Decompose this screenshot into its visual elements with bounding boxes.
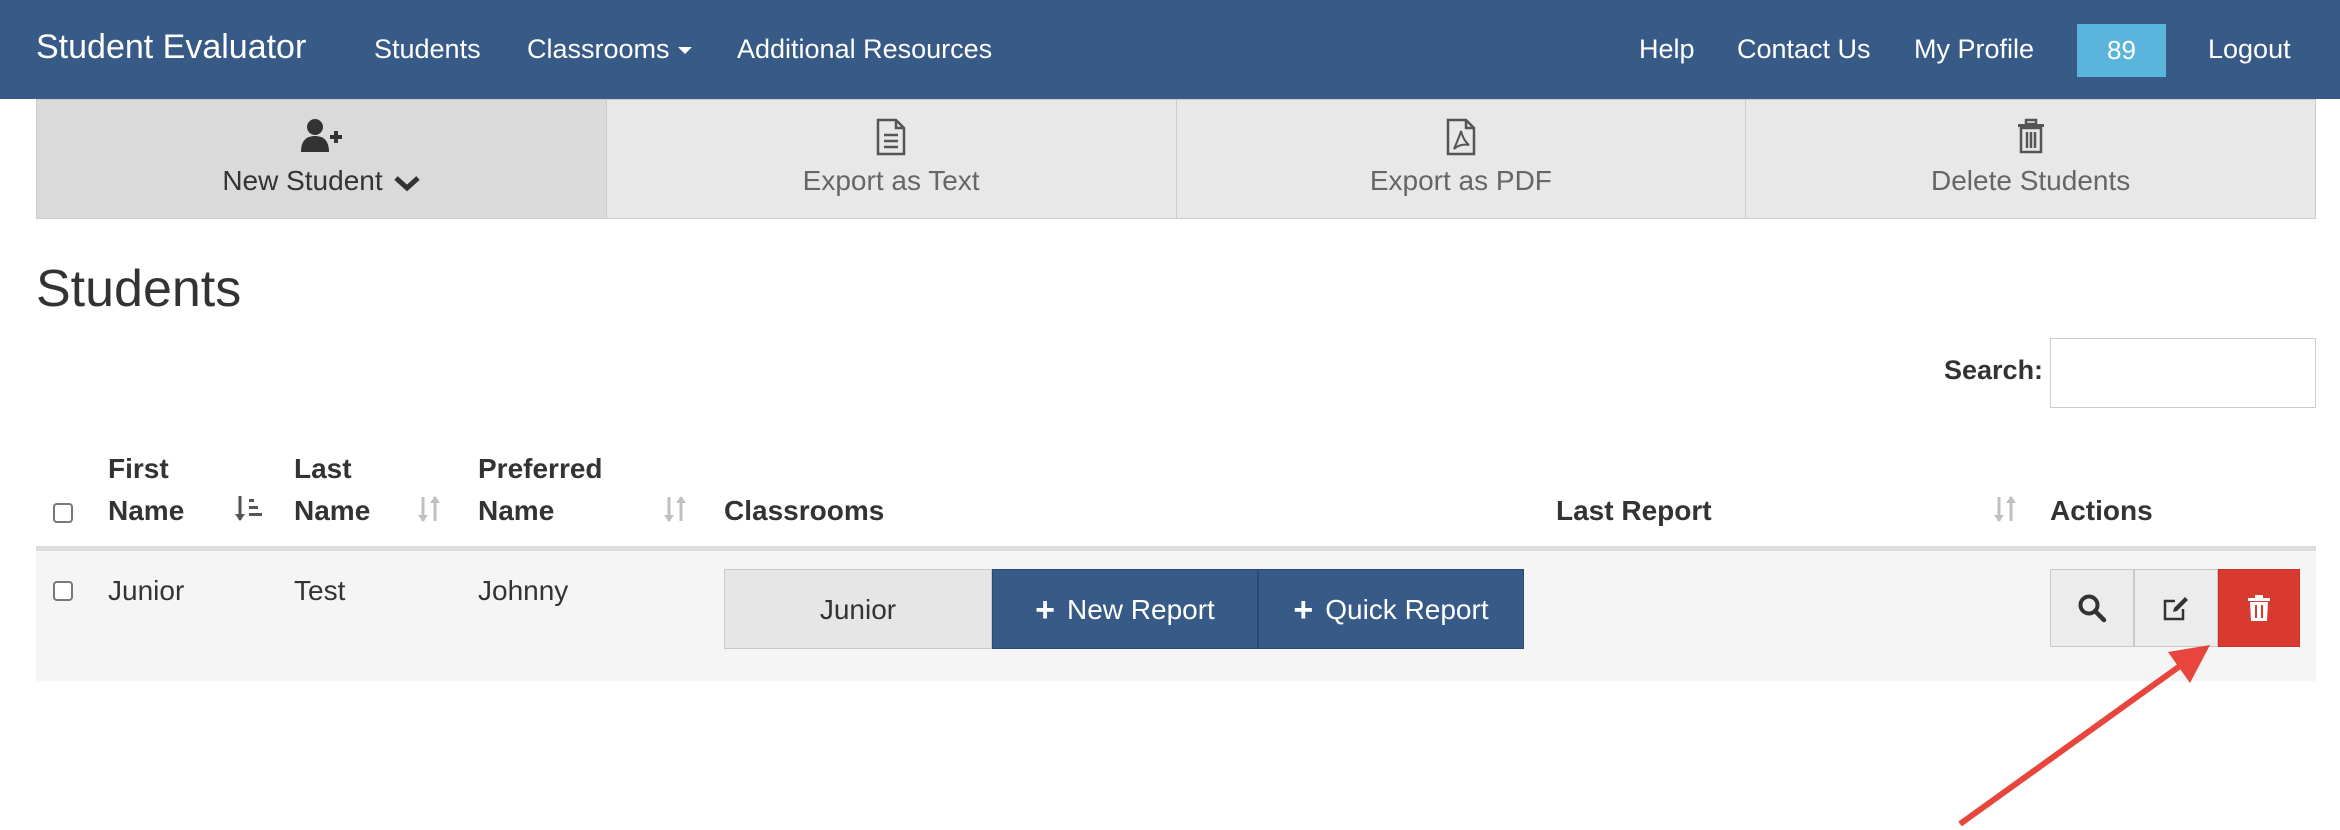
action-toolbar: New Student Export as Text Export as PDF…: [36, 99, 2316, 219]
nav-help[interactable]: Help: [1639, 33, 1695, 65]
header-last-name-line2: Name: [294, 495, 371, 526]
edit-student-button[interactable]: [2134, 569, 2218, 647]
new-student-button[interactable]: New Student: [36, 99, 607, 219]
sort-icon[interactable]: [1990, 494, 2020, 532]
header-preferred-name-line1: Preferred: [478, 453, 603, 484]
header-preferred-name[interactable]: Preferred Name: [478, 448, 603, 532]
nav-contact-us[interactable]: Contact Us: [1737, 33, 1871, 65]
quick-report-label: Quick Report: [1325, 594, 1489, 625]
row-select-checkbox[interactable]: [53, 581, 73, 601]
view-student-button[interactable]: [2050, 569, 2134, 647]
classroom-name-button[interactable]: Junior: [724, 569, 992, 649]
user-plus-icon: [37, 118, 606, 158]
nav-my-profile[interactable]: My Profile: [1914, 33, 2034, 65]
header-first-name-line2: Name: [108, 495, 185, 526]
plus-icon: +: [1293, 591, 1314, 629]
cell-last-name: Test: [294, 575, 346, 606]
header-first-name[interactable]: First Name: [108, 448, 184, 532]
header-last-name-line1: Last: [294, 453, 352, 484]
chevron-down-icon: [394, 175, 421, 191]
sort-ascending-icon[interactable]: [234, 494, 264, 532]
header-last-name[interactable]: Last Name: [294, 448, 370, 532]
nav-classrooms[interactable]: Classrooms: [527, 33, 692, 65]
file-pdf-icon: [1177, 118, 1746, 158]
header-preferred-name-line2: Name: [478, 495, 555, 526]
notification-badge[interactable]: 89: [2077, 24, 2166, 77]
export-text-button[interactable]: Export as Text: [606, 99, 1177, 219]
quick-report-button[interactable]: + Quick Report: [1258, 569, 1524, 649]
cell-first-name: Junior: [108, 575, 185, 606]
delete-students-label: Delete Students: [1931, 165, 2131, 196]
delete-students-button[interactable]: Delete Students: [1746, 99, 2316, 219]
plus-icon: +: [1035, 591, 1055, 629]
export-pdf-label: Export as PDF: [1369, 165, 1552, 196]
cell-preferred-name: Johnny: [478, 575, 569, 606]
brand-title[interactable]: Student Evaluator: [36, 27, 306, 67]
search-label: Search:: [1944, 355, 2044, 385]
export-pdf-button[interactable]: Export as PDF: [1176, 99, 1747, 219]
page-title: Students: [36, 260, 242, 318]
select-all-checkbox[interactable]: [53, 503, 73, 523]
nav-additional-resources[interactable]: Additional Resources: [737, 33, 992, 65]
new-report-label: New Report: [1067, 594, 1215, 625]
header-actions: Actions: [2050, 495, 2153, 526]
top-navbar: Student Evaluator Students Classrooms Ad…: [0, 0, 2340, 99]
sort-icon[interactable]: [660, 494, 690, 532]
nav-classrooms-label: Classrooms: [527, 34, 670, 64]
delete-student-button[interactable]: [2218, 569, 2300, 647]
trash-icon: [2248, 595, 2270, 621]
search-icon: [2078, 594, 2107, 623]
trash-icon: [1746, 118, 2315, 158]
file-text-icon: [607, 118, 1176, 158]
new-report-button[interactable]: + New Report: [992, 569, 1258, 649]
new-student-label: New Student: [37, 164, 606, 198]
export-text-label: Export as Text: [802, 165, 980, 196]
caret-down-icon: [677, 47, 692, 55]
search-input[interactable]: [2050, 338, 2316, 408]
nav-logout[interactable]: Logout: [2208, 33, 2291, 65]
header-last-report[interactable]: Last Report: [1556, 490, 1712, 532]
nav-students[interactable]: Students: [374, 33, 481, 65]
edit-icon: [2163, 597, 2188, 621]
sort-icon[interactable]: [414, 494, 444, 532]
header-first-name-line1: First: [108, 453, 169, 484]
header-classrooms: Classrooms: [724, 495, 885, 526]
